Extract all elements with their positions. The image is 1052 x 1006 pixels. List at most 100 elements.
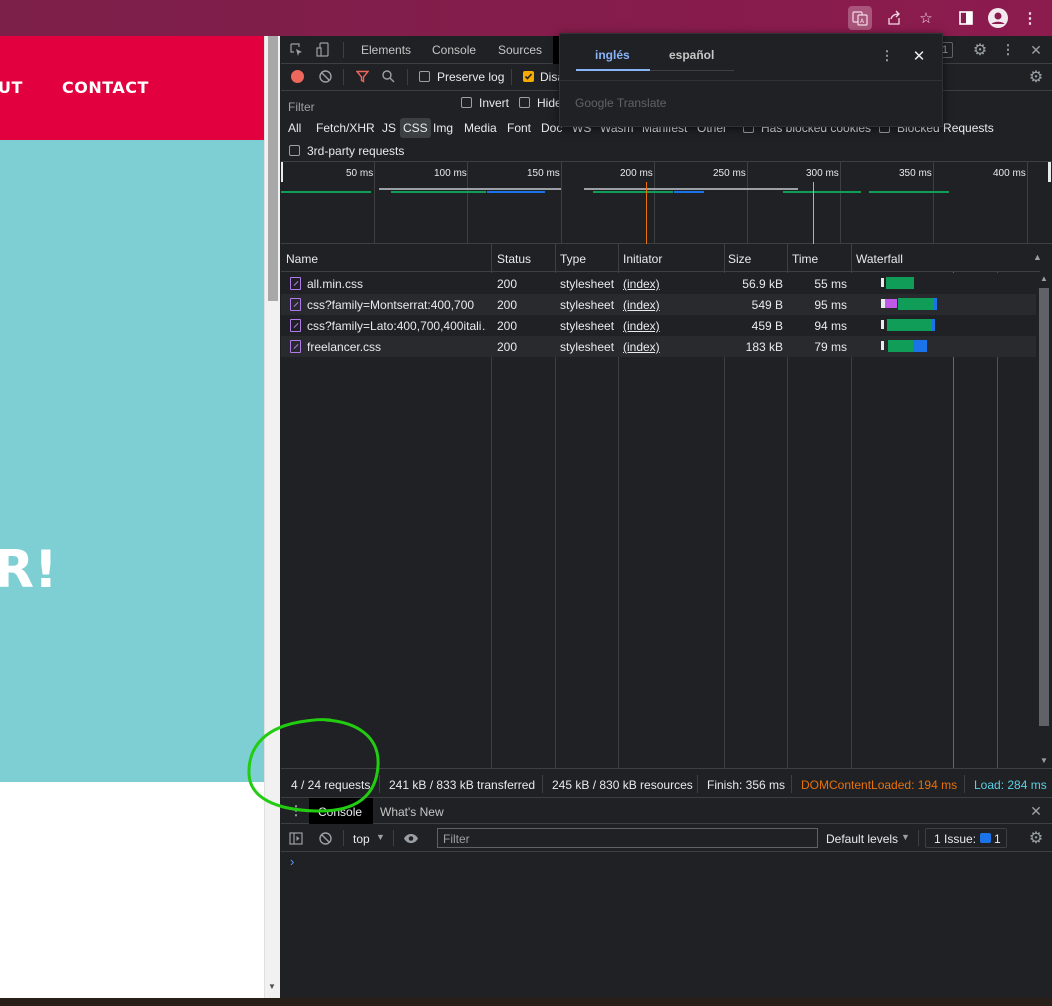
chevron-down-icon[interactable]: ▼	[376, 832, 385, 842]
page-scrollbar[interactable]: ▼	[264, 36, 280, 998]
drawer-tab-whats-new[interactable]: What's New	[380, 805, 444, 819]
request-initiator-link[interactable]: (index)	[623, 277, 660, 291]
nav-link-contact[interactable]: CONTACT	[62, 78, 149, 97]
requests-scrollbar[interactable]: ▲ ▼	[1036, 272, 1052, 768]
column-header-waterfall[interactable]: Waterfall	[856, 252, 903, 266]
live-expression-eye-icon[interactable]	[402, 830, 420, 846]
request-initiator-link[interactable]: (index)	[623, 319, 660, 333]
column-header-initiator[interactable]: Initiator	[623, 252, 662, 266]
active-tab-underline	[576, 69, 650, 71]
request-initiator-link[interactable]: (index)	[623, 298, 660, 312]
dcl-marker	[646, 182, 647, 244]
filter-type-all[interactable]: All	[288, 121, 301, 135]
console-settings-gear-icon[interactable]: ⚙	[1027, 829, 1045, 847]
waterfall-bar	[913, 340, 927, 352]
filter-type-media[interactable]: Media	[464, 121, 497, 135]
translate-icon[interactable]: A	[848, 6, 872, 30]
filter-type-img[interactable]: Img	[433, 121, 453, 135]
filter-type-js[interactable]: JS	[382, 121, 396, 135]
request-initiator-link[interactable]: (index)	[623, 340, 660, 354]
devtools-menu-icon[interactable]: ⋮	[999, 41, 1017, 59]
google-translate-brand: Google Translate	[575, 96, 667, 110]
request-name[interactable]: css?family=Montserrat:400,700	[307, 298, 487, 312]
log-levels-dropdown[interactable]: Default levels	[826, 832, 898, 846]
tab-console[interactable]: Console	[432, 43, 476, 57]
sort-ascending-icon[interactable]: ▲	[1033, 252, 1042, 262]
scroll-down-arrow-icon[interactable]: ▼	[1040, 756, 1048, 765]
browser-toolbar: A ☆ ⋮	[0, 0, 1052, 36]
tab-sources[interactable]: Sources	[498, 43, 542, 57]
table-row[interactable]: all.min.css 200 stylesheet (index) 56.9 …	[281, 273, 1040, 294]
device-toolbar-icon[interactable]	[315, 42, 331, 58]
request-name[interactable]: css?family=Lato:400,700,400itali…	[307, 319, 487, 333]
request-name[interactable]: all.min.css	[307, 277, 487, 291]
request-time: 94 ms	[814, 319, 847, 333]
close-drawer-icon[interactable]: ✕	[1027, 802, 1045, 820]
translate-lang-to-tab[interactable]: español	[669, 48, 714, 62]
request-name[interactable]: freelancer.css	[307, 340, 487, 354]
console-toolbar: top ▼ Filter Default levels ▼ 1 Issue: 1…	[281, 824, 1052, 852]
waterfall-bar	[881, 320, 884, 329]
requests-scrollbar-thumb[interactable]	[1039, 288, 1049, 726]
share-icon[interactable]	[882, 6, 906, 30]
column-header-time[interactable]: Time	[792, 252, 818, 266]
column-header-type[interactable]: Type	[560, 252, 586, 266]
table-row[interactable]: css?family=Lato:400,700,400itali… 200 st…	[281, 315, 1040, 336]
request-time: 79 ms	[814, 340, 847, 354]
request-time: 95 ms	[814, 298, 847, 312]
clear-icon[interactable]	[318, 69, 333, 84]
tick-label: 250 ms	[713, 168, 746, 179]
drawer-menu-icon[interactable]: ⋮	[290, 803, 303, 819]
scroll-down-arrow-icon[interactable]: ▼	[268, 982, 276, 991]
tab-elements[interactable]: Elements	[361, 43, 411, 57]
translate-options-menu-icon[interactable]: ⋮	[878, 47, 896, 65]
filter-type-css[interactable]: CSS	[400, 118, 431, 138]
translate-close-icon[interactable]: ✕	[910, 47, 928, 65]
context-selector[interactable]: top	[353, 832, 370, 846]
sidepanel-icon[interactable]	[954, 6, 978, 30]
request-count: 4 / 24 requests	[291, 778, 371, 792]
filter-input[interactable]: Filter	[283, 95, 449, 114]
hide-data-urls-checkbox[interactable]	[519, 97, 530, 108]
drawer-tab-console[interactable]: Console	[309, 798, 373, 824]
scroll-up-arrow-icon[interactable]: ▲	[1040, 274, 1048, 283]
preserve-log-checkbox[interactable]	[419, 71, 430, 82]
console-prompt[interactable]: ›	[290, 854, 294, 869]
show-sidebar-icon[interactable]	[288, 830, 304, 846]
table-row[interactable]: css?family=Montserrat:400,700 200 styles…	[281, 294, 1040, 315]
column-header-name[interactable]: Name	[286, 252, 318, 266]
console-filter-input[interactable]: Filter	[437, 828, 818, 848]
overview-left-handle[interactable]	[281, 162, 283, 182]
close-devtools-icon[interactable]: ✕	[1027, 41, 1045, 59]
star-icon[interactable]: ☆	[914, 6, 938, 30]
network-overview-timeline[interactable]: 50 ms 100 ms 150 ms 200 ms 250 ms 300 ms…	[281, 162, 1052, 244]
settings-gear-icon[interactable]: ⚙	[971, 41, 989, 59]
disable-cache-checkbox[interactable]	[523, 71, 534, 82]
chevron-down-icon[interactable]: ▼	[901, 832, 910, 842]
filter-icon[interactable]	[355, 69, 370, 84]
filter-type-font[interactable]: Font	[507, 121, 531, 135]
issues-button[interactable]: 1 Issue: 1	[925, 828, 1007, 848]
network-settings-gear-icon[interactable]: ⚙	[1027, 68, 1045, 86]
overview-right-handle[interactable]	[1048, 162, 1051, 182]
waterfall-bar	[934, 298, 937, 310]
clear-console-icon[interactable]	[317, 830, 333, 846]
profile-icon[interactable]	[986, 6, 1010, 30]
inspect-element-icon[interactable]	[289, 42, 305, 58]
column-header-status[interactable]: Status	[497, 252, 531, 266]
invert-checkbox[interactable]	[461, 97, 472, 108]
request-type: stylesheet	[560, 298, 615, 312]
filter-type-fetch-xhr[interactable]: Fetch/XHR	[316, 121, 375, 135]
menu-icon[interactable]: ⋮	[1018, 6, 1042, 30]
search-icon[interactable]	[381, 69, 396, 84]
table-row[interactable]: freelancer.css 200 stylesheet (index) 18…	[281, 336, 1040, 357]
page-scrollbar-thumb[interactable]	[268, 36, 278, 301]
translate-lang-from-tab[interactable]: inglés	[595, 48, 630, 62]
column-header-size[interactable]: Size	[728, 252, 751, 266]
third-party-checkbox[interactable]	[289, 145, 300, 156]
record-icon[interactable]	[291, 70, 304, 83]
gridline	[747, 162, 748, 244]
waterfall-bar	[881, 341, 884, 350]
nav-link-about[interactable]: UT	[0, 78, 23, 97]
separator	[407, 69, 408, 85]
